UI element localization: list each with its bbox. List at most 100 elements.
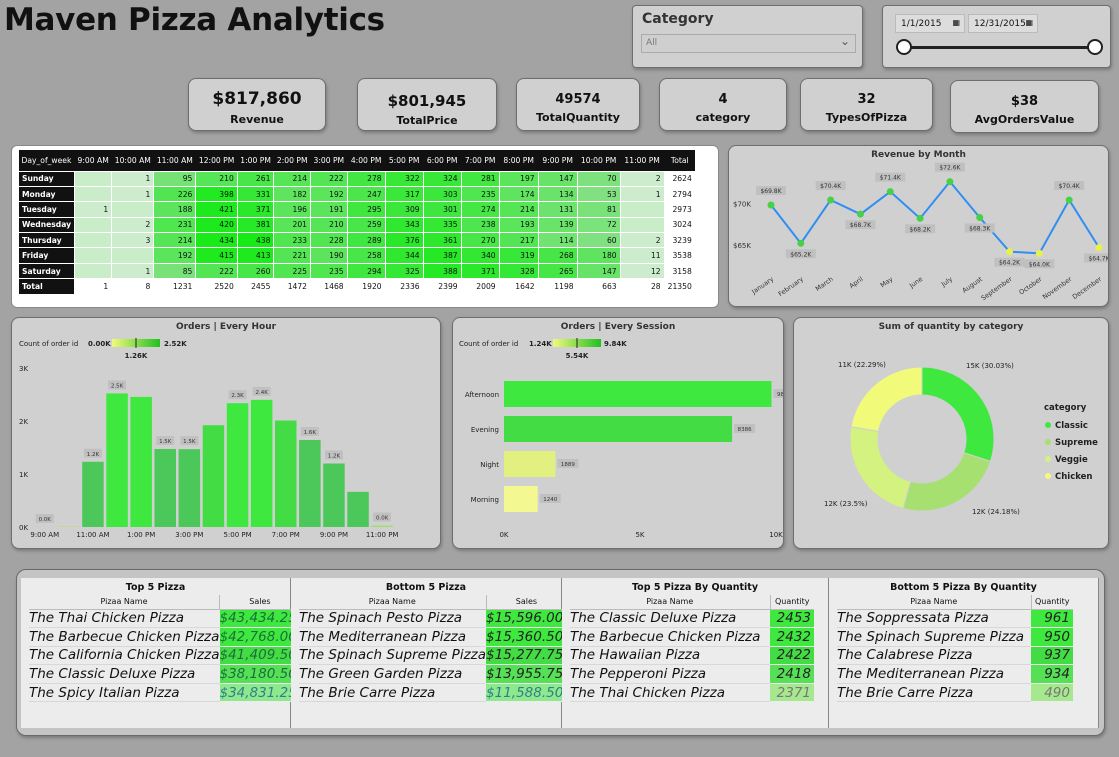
heatmap-cell [619, 216, 665, 234]
session-bar[interactable] [504, 416, 733, 442]
donut-slice[interactable] [850, 366, 923, 433]
table-row[interactable]: The California Chicken Pizza $41,409.50 [29, 646, 300, 666]
donut-slice[interactable] [921, 366, 995, 463]
hour-bar[interactable] [275, 420, 297, 527]
pizza-value: $34,831.25 [219, 683, 300, 703]
date-slider-start-handle[interactable] [896, 39, 912, 55]
hour-bar[interactable] [82, 461, 104, 527]
pizza-value: $15,596.00 [486, 609, 567, 629]
hour-bar[interactable] [371, 525, 393, 527]
table-row[interactable]: The Barbecue Chicken Pizza $42,768.00 [29, 627, 300, 647]
data-point[interactable] [1006, 248, 1014, 256]
data-point[interactable] [1035, 249, 1043, 257]
heatmap-cell: 421 [195, 201, 238, 218]
heatmap-cell: 343 [384, 216, 424, 234]
table-row[interactable]: The Mediterranean Pizza $15,360.50 [299, 627, 567, 647]
data-label: 0.0K [39, 517, 52, 523]
table-row[interactable]: The Pepperoni Pizza 2418 [570, 664, 814, 684]
hour-bar[interactable] [130, 396, 152, 527]
table-row[interactable]: The Spicy Italian Pizza $34,831.25 [29, 683, 300, 703]
dropdown-value: All [646, 38, 658, 48]
pizza-value: $15,277.75 [486, 646, 567, 666]
session-bar[interactable] [504, 381, 772, 407]
legend-item[interactable]: Veggie [1055, 455, 1088, 465]
heatmap-cell: 1 [111, 185, 155, 203]
table-row[interactable]: The Spinach Pesto Pizza $15,596.00 [299, 609, 567, 629]
column-header[interactable]: Sales [218, 595, 300, 610]
data-label: $69.8K [760, 188, 782, 195]
data-point[interactable] [797, 239, 805, 247]
heatmap-cell: 225 [273, 262, 312, 280]
hour-bar[interactable] [226, 403, 249, 527]
column-header[interactable]: Quantity [1030, 595, 1073, 610]
legend-item[interactable]: Classic [1055, 421, 1088, 431]
pizza-value: 934 [1031, 664, 1073, 684]
pizza-value: $43,434.25 [219, 609, 300, 629]
table-row[interactable]: The Classic Deluxe Pizza $38,180.50 [29, 664, 300, 684]
heatmap-cell: 247 [346, 185, 386, 203]
table-row[interactable]: The Spinach Supreme Pizza 950 [837, 627, 1073, 647]
hour-bar[interactable] [323, 463, 345, 527]
hour-bar[interactable] [250, 399, 273, 527]
table-row[interactable]: The Barbecue Chicken Pizza 2432 [570, 627, 814, 647]
x-tick-label: September [980, 275, 1014, 302]
hour-bar[interactable] [154, 448, 177, 527]
data-point[interactable] [827, 196, 835, 204]
y-tick-label: $70K [733, 200, 751, 208]
heatmap-cell: 278 [346, 170, 386, 187]
data-point[interactable] [1065, 196, 1073, 204]
column-header: Day_of_week [18, 150, 75, 171]
data-point[interactable] [976, 214, 984, 221]
table-row[interactable]: The Brie Carre Pizza $11,588.50 [299, 683, 567, 703]
data-point[interactable] [1095, 244, 1103, 251]
column-header[interactable]: Quantity [769, 595, 814, 610]
table-row[interactable]: The Spinach Supreme Pizza $15,277.75 [299, 646, 567, 666]
table-row[interactable]: The Soppressata Pizza 961 [837, 609, 1073, 629]
table-row[interactable]: The Calabrese Pizza 937 [837, 646, 1073, 666]
table-row[interactable]: The Classic Deluxe Pizza 2453 [570, 609, 814, 629]
pizza-name: The Brie Carre Pizza [837, 683, 1031, 703]
pizza-name: The Pepperoni Pizza [570, 664, 770, 684]
session-bar[interactable] [504, 486, 538, 512]
data-point[interactable] [886, 188, 894, 196]
column-header[interactable]: Pizaa Name [837, 595, 1031, 610]
heatmap-row: Thursday 3 214 434 438 233 228 289 376 361 270 217 1… [17, 232, 696, 249]
table-row[interactable]: The Thai Chicken Pizza 2371 [570, 683, 814, 703]
data-point[interactable] [916, 214, 924, 222]
category-dropdown[interactable]: All ⌄ [641, 34, 856, 53]
heatmap-cell: 11 [619, 247, 665, 264]
heatmap-cell: 201 [273, 216, 312, 234]
table-row[interactable]: The Hawaiian Pizza 2422 [570, 646, 814, 666]
table-row[interactable]: The Mediterranean Pizza 934 [837, 664, 1073, 684]
data-label: 1240 [543, 497, 557, 503]
hour-bar[interactable] [347, 491, 369, 527]
legend-item[interactable]: Chicken [1055, 472, 1092, 482]
legend-item[interactable]: Supreme [1055, 438, 1098, 448]
session-bar[interactable] [504, 451, 556, 477]
hour-bar[interactable] [178, 449, 201, 527]
column-header[interactable]: Sales [485, 595, 567, 610]
pizza-name: The Barbecue Chicken Pizza [570, 627, 770, 647]
table-row[interactable]: The Brie Carre Pizza 490 [837, 683, 1073, 703]
table-row[interactable]: The Green Garden Pizza $13,955.75 [299, 664, 567, 684]
column-header[interactable]: Pizaa Name [570, 595, 770, 610]
heatmap-cell: 325 [384, 262, 424, 280]
heatmap-cell: 210 [310, 216, 348, 234]
donut-slice[interactable] [849, 426, 912, 510]
data-point[interactable] [856, 210, 864, 218]
day-label: Friday [17, 247, 76, 264]
column-header[interactable]: Pizaa Name [29, 595, 220, 610]
date-slider-end-handle[interactable] [1087, 39, 1103, 55]
data-point[interactable] [767, 201, 775, 209]
table-row[interactable]: The Thai Chicken Pizza $43,434.25 [29, 609, 300, 629]
column-total: 2455 [236, 278, 275, 295]
hour-bar[interactable] [299, 439, 321, 527]
end-date-input[interactable]: 12/31/2015 ▦ [968, 14, 1038, 33]
data-point[interactable] [946, 178, 954, 186]
column-header[interactable]: Pizaa Name [299, 595, 487, 610]
hour-bar[interactable] [202, 425, 225, 527]
donut-slice[interactable] [902, 452, 992, 512]
column-header: 9:00 AM [74, 150, 112, 171]
hour-bar[interactable] [106, 393, 128, 527]
start-date-input[interactable]: 1/1/2015 ▦ [895, 14, 965, 33]
